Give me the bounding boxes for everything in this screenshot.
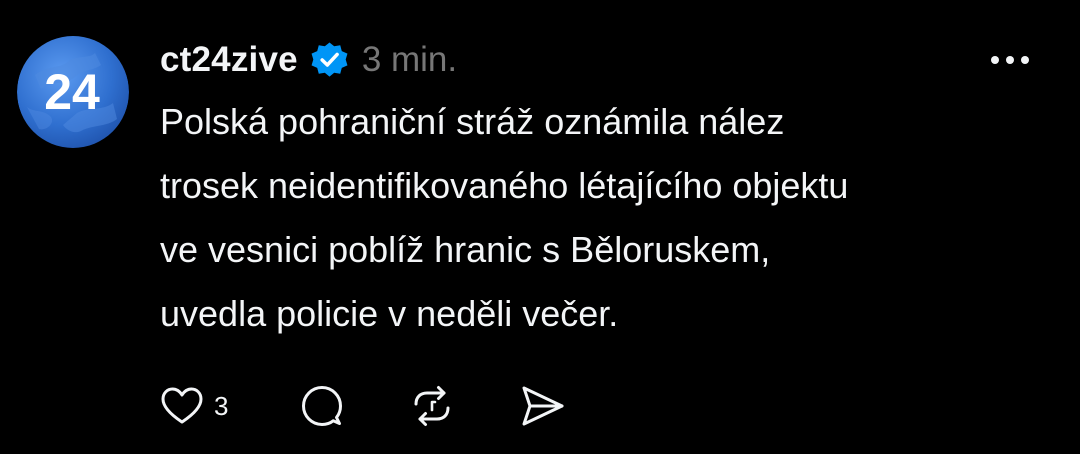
post-header: ct24zive 3 min. xyxy=(160,34,1040,86)
post-body-line: uvedla policie v neděli večer. xyxy=(160,293,619,334)
send-icon xyxy=(522,386,564,426)
post-body-line: Polská pohraniční stráž oznámila nález xyxy=(160,101,785,142)
post-body-line: trosek neidentifikovaného létajícího obj… xyxy=(160,165,849,206)
post-body-line: ve vesnici poblíž hranic s Běloruskem, xyxy=(160,229,771,270)
share-button[interactable] xyxy=(520,385,566,427)
post-body: Polská pohraniční stráž oznámila nález t… xyxy=(160,90,1040,346)
heart-icon xyxy=(161,387,203,424)
ct24-logo: 24 xyxy=(17,36,129,148)
comment-button[interactable] xyxy=(300,385,410,427)
repost-button[interactable] xyxy=(410,385,520,427)
like-button[interactable]: 3 xyxy=(160,385,300,427)
post-content: ct24zive 3 min. Polská pohraniční stráž … xyxy=(160,34,1040,426)
more-icon xyxy=(991,56,1029,64)
verified-badge-icon xyxy=(311,41,348,77)
action-bar: 3 xyxy=(160,385,566,427)
like-count: 3 xyxy=(214,390,229,421)
thread-post: 24 ct24zive 3 min. Polská pohraniční str… xyxy=(0,0,1080,454)
avatar[interactable]: 24 xyxy=(17,35,129,149)
avatar-text: 24 xyxy=(44,64,100,120)
comment-icon xyxy=(302,386,342,426)
username[interactable]: ct24zive xyxy=(160,34,298,86)
more-button[interactable] xyxy=(980,34,1040,86)
repost-icon xyxy=(414,386,450,426)
post-timestamp: 3 min. xyxy=(361,40,458,79)
